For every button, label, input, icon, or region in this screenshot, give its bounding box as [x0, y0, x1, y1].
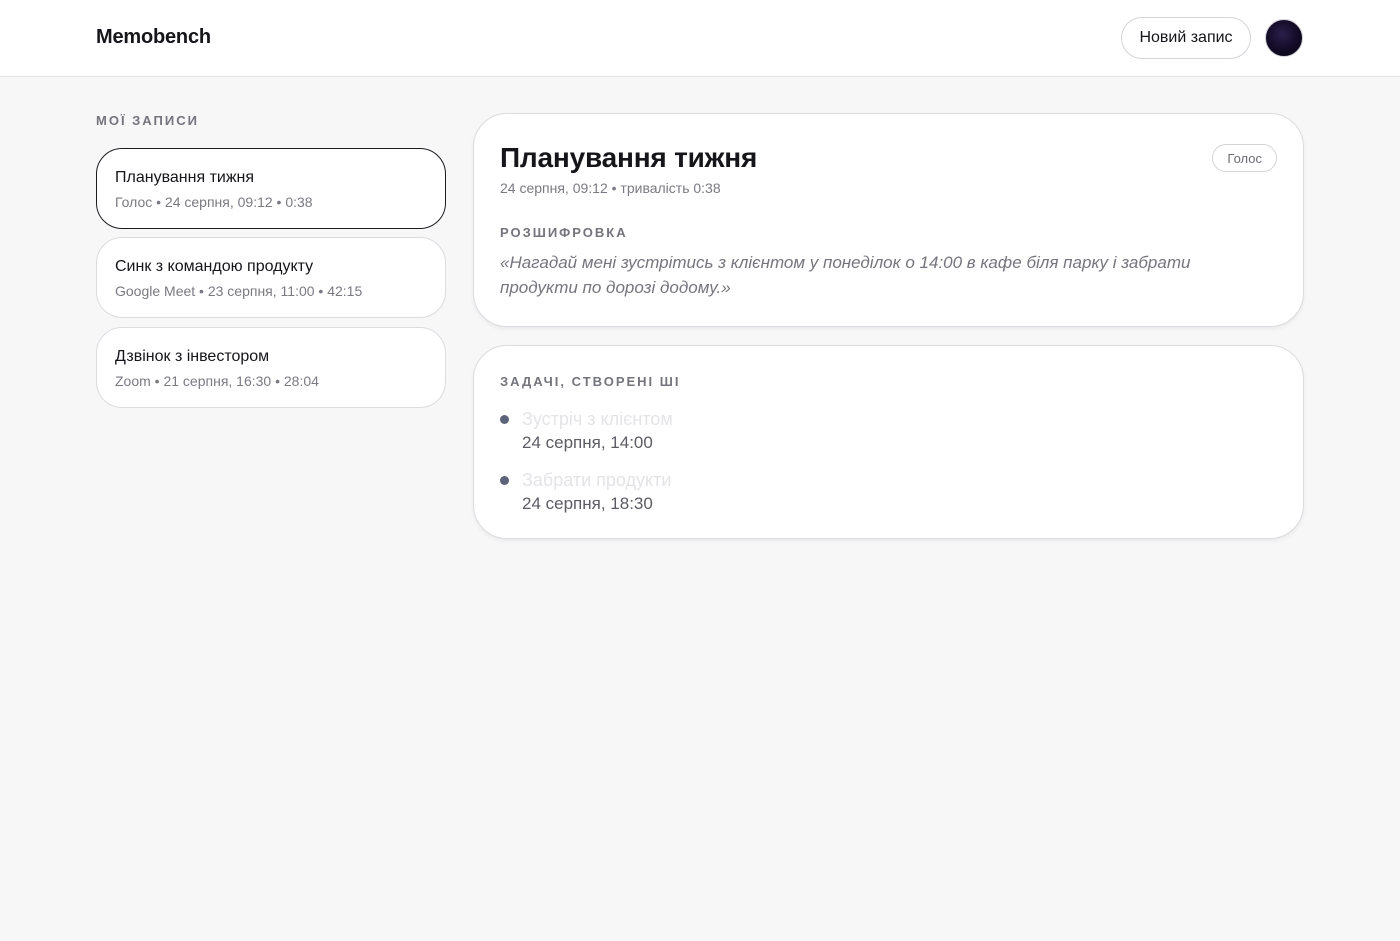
record-item-investor-call[interactable]: Дзвінок з інвестором Zoom • 21 серпня, 1…	[96, 327, 446, 408]
record-detail-panel: Планування тижня 24 серпня, 09:12 • трив…	[473, 113, 1304, 327]
app-logo[interactable]: Memobench	[96, 26, 211, 49]
record-title: Планування тижня	[115, 169, 255, 186]
detail-meta: 24 серпня, 09:12 • тривалість 0:38	[500, 180, 721, 196]
task-bullet-icon	[500, 415, 509, 424]
tasks-heading: ЗАДАЧІ, СТВОРЕНІ ШІ	[500, 374, 681, 389]
task-item[interactable]: Зустріч з клієнтом 24 серпня, 14:00	[500, 408, 900, 460]
record-type-badge: Голос	[1212, 144, 1277, 172]
detail-title: Планування тижня	[500, 142, 758, 173]
transcript-text: «Нагадай мені зустрітись з клієнтом у по…	[500, 253, 1191, 297]
record-meta: Google Meet • 23 серпня, 11:00 • 42:15	[115, 283, 363, 299]
record-item-weekly-planning[interactable]: Планування тижня Голос • 24 серпня, 09:1…	[96, 148, 446, 229]
record-title: Дзвінок з інвестором	[115, 348, 270, 365]
task-item[interactable]: Забрати продукти 24 серпня, 18:30	[500, 469, 900, 521]
task-title: Зустріч з клієнтом	[522, 409, 673, 429]
new-record-button[interactable]: Новий запис	[1121, 17, 1251, 59]
record-title: Синк з командою продукту	[115, 258, 314, 275]
user-avatar[interactable]	[1265, 19, 1303, 57]
task-time: 24 серпня, 18:30	[522, 494, 653, 513]
ai-tasks-panel: ЗАДАЧІ, СТВОРЕНІ ШІ Зустріч з клієнтом 2…	[473, 345, 1304, 539]
top-bar: Memobench Новий запис	[0, 0, 1400, 77]
sidebar-heading: МОЇ ЗАПИСИ	[96, 113, 199, 128]
transcript-heading: РОЗШИФРОВКА	[500, 225, 628, 240]
task-time: 24 серпня, 14:00	[522, 433, 653, 452]
task-title: Забрати продукти	[522, 470, 672, 490]
record-item-product-sync[interactable]: Синк з командою продукту Google Meet • 2…	[96, 237, 446, 318]
task-bullet-icon	[500, 476, 509, 485]
record-meta: Голос • 24 серпня, 09:12 • 0:38	[115, 194, 313, 210]
record-meta: Zoom • 21 серпня, 16:30 • 28:04	[115, 373, 319, 389]
